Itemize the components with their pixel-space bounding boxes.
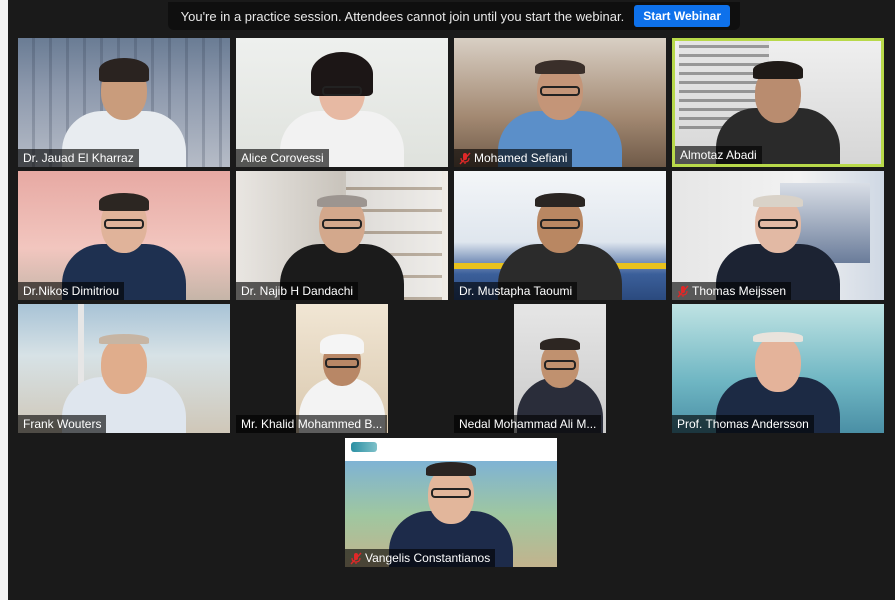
participant-name-label: Mohamed Sefiani: [454, 149, 573, 167]
participant-name-label: Prof. Thomas Andersson: [672, 415, 814, 433]
video-tile-mohamed[interactable]: Mohamed Sefiani: [454, 38, 666, 167]
video-feed-graphic: [454, 304, 666, 433]
practice-session-message: You're in a practice session. Attendees …: [180, 8, 625, 24]
video-feed-graphic: [753, 195, 803, 207]
video-tile-nedal[interactable]: Nedal Mohammad Ali M...: [454, 304, 666, 433]
video-feed-graphic: [322, 219, 362, 229]
video-feed-graphic: [325, 358, 359, 368]
window-edge: [0, 0, 8, 600]
participant-name-label: Almotaz Abadi: [675, 146, 762, 164]
video-feed-graphic: [535, 60, 585, 74]
video-feed-graphic: [345, 438, 557, 567]
video-tile-jauad[interactable]: Dr. Jauad El Kharraz: [18, 38, 230, 167]
video-tile-thomas-a[interactable]: Prof. Thomas Andersson: [672, 304, 884, 433]
participant-name-label: Thomas Meijssen: [672, 282, 792, 300]
video-tile-alice[interactable]: Alice Corovessi: [236, 38, 448, 167]
video-tile-khalid[interactable]: Mr. Khalid Mohammed B...: [236, 304, 448, 433]
video-feed-graphic: [236, 304, 448, 433]
video-feed-graphic: [99, 58, 149, 82]
video-feed-graphic: [753, 332, 803, 342]
video-feed-graphic: [454, 38, 666, 167]
video-feed-graphic: [99, 193, 149, 211]
video-tile-almotaz-active-speaker[interactable]: Almotaz Abadi: [672, 38, 884, 167]
participant-name-label: Alice Corovessi: [236, 149, 329, 167]
video-tile-thomas-m[interactable]: Thomas Meijssen: [672, 171, 884, 300]
video-tile-najib[interactable]: Dr. Najib H Dandachi: [236, 171, 448, 300]
video-feed-graphic: [540, 219, 580, 229]
participant-name-label: Dr. Najib H Dandachi: [236, 282, 359, 300]
participant-name-label: Dr. Mustapha Taoumi: [454, 282, 578, 300]
mic-off-icon: [677, 285, 689, 298]
participant-name-label: Frank Wouters: [18, 415, 107, 433]
video-feed-graphic: [535, 193, 585, 207]
video-feed-graphic: [317, 195, 367, 207]
video-feed-graphic: [236, 38, 448, 167]
video-feed-graphic: [101, 338, 147, 394]
video-feed-graphic: [758, 219, 798, 229]
video-tile-mustapha[interactable]: Dr. Mustapha Taoumi: [454, 171, 666, 300]
video-tile-vangelis[interactable]: Vangelis Constantianos: [345, 438, 557, 567]
video-tile-nikos[interactable]: Dr.Nikos Dimitriou: [18, 171, 230, 300]
video-feed-graphic: [99, 334, 149, 344]
video-feed-graphic: [672, 171, 884, 300]
video-feed-graphic: [672, 304, 884, 433]
video-feed-graphic: [540, 338, 580, 350]
video-feed-graphic: [431, 488, 471, 498]
mic-off-icon: [459, 152, 471, 165]
video-feed-graphic: [540, 86, 580, 96]
participant-name-label: Vangelis Constantianos: [345, 549, 496, 567]
start-webinar-button[interactable]: Start Webinar: [634, 5, 730, 27]
practice-session-banner: You're in a practice session. Attendees …: [168, 2, 740, 30]
participant-name-label: Dr. Jauad El Kharraz: [18, 149, 139, 167]
video-feed-graphic: [18, 38, 230, 167]
video-feed-graphic: [322, 86, 362, 96]
participant-name-label: Nedal Mohammad Ali M...: [454, 415, 602, 433]
video-feed-graphic: [18, 171, 230, 300]
video-feed-graphic: [544, 360, 576, 370]
mic-off-icon: [350, 552, 362, 565]
video-tile-frank[interactable]: Frank Wouters: [18, 304, 230, 433]
participant-name-label: Mr. Khalid Mohammed B...: [236, 415, 388, 433]
video-feed-graphic: [104, 219, 144, 229]
video-feed-graphic: [320, 334, 364, 354]
video-feed-graphic: [753, 61, 803, 79]
video-feed-graphic: [755, 336, 801, 392]
video-feed-graphic: [454, 171, 666, 300]
participant-name-label: Dr.Nikos Dimitriou: [18, 282, 125, 300]
video-feed-graphic: [426, 462, 476, 476]
video-feed-graphic: [236, 171, 448, 300]
video-feed-graphic: [18, 304, 230, 433]
